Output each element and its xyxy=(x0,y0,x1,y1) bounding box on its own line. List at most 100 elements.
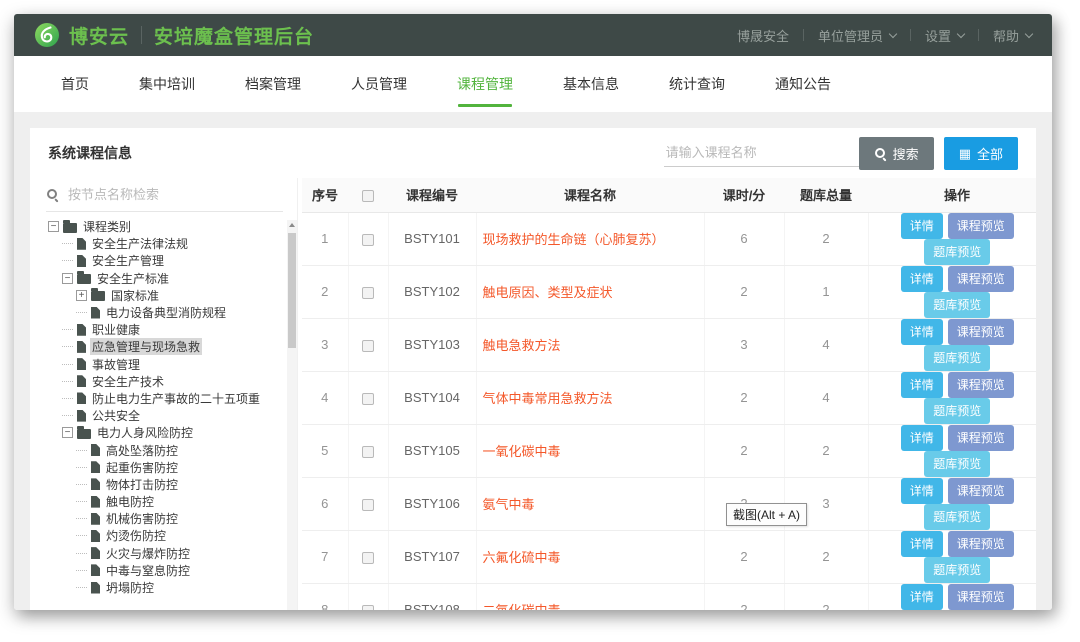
tree-node[interactable]: 公共安全 xyxy=(46,407,283,424)
brand-area: 博安云 安培魔盒管理后台 xyxy=(34,22,314,49)
search-icon xyxy=(874,147,887,160)
tree-node[interactable]: 电力设备典型消防规程 xyxy=(46,304,283,321)
tree-node[interactable]: 事故管理 xyxy=(46,356,283,373)
bank-preview-button[interactable]: 题库预览 xyxy=(924,398,990,424)
detail-button[interactable]: 详情 xyxy=(901,319,943,345)
tab-4[interactable]: 人员管理 xyxy=(326,56,432,112)
detail-button[interactable]: 详情 xyxy=(901,478,943,504)
tree-node[interactable]: 灼烫伤防控 xyxy=(46,527,283,544)
search-icon xyxy=(46,188,59,201)
bank-preview-button[interactable]: 题库预览 xyxy=(924,504,990,530)
tree-node[interactable]: −课程类别 xyxy=(46,218,283,235)
header-menu-2[interactable]: 设置 xyxy=(925,26,964,45)
tree-node[interactable]: 安全生产法律法规 xyxy=(46,235,283,252)
detail-button[interactable]: 详情 xyxy=(901,584,943,610)
tree-node[interactable]: + 国家标准 xyxy=(46,287,283,304)
row-checkbox[interactable] xyxy=(362,234,374,246)
bank-preview-button[interactable]: 题库预览 xyxy=(924,292,990,318)
all-button[interactable]: ▦ 全部 xyxy=(944,137,1018,170)
column-header-code: 课程编号 xyxy=(388,178,476,212)
bank-preview-button[interactable]: 题库预览 xyxy=(924,610,990,611)
tab-6[interactable]: 基本信息 xyxy=(538,56,644,112)
course-preview-button[interactable]: 课程预览 xyxy=(948,319,1014,345)
tree-connector xyxy=(62,329,73,330)
tab-2[interactable]: 集中培训 xyxy=(114,56,220,112)
tab-5[interactable]: 课程管理 xyxy=(432,56,538,112)
cell-hours: 2 xyxy=(704,530,784,583)
course-search-input[interactable] xyxy=(664,139,859,167)
search-button[interactable]: 搜索 xyxy=(859,137,934,170)
tree-node[interactable]: 物体打击防控 xyxy=(46,476,283,493)
collapse-icon[interactable]: − xyxy=(62,273,73,284)
cell-actions: 详情课程预览题库预览 xyxy=(868,265,1036,318)
course-preview-button[interactable]: 课程预览 xyxy=(948,372,1014,398)
course-preview-button[interactable]: 课程预览 xyxy=(948,478,1014,504)
collapse-icon[interactable]: − xyxy=(48,221,59,232)
tree-node[interactable]: 应急管理与现场急救 xyxy=(46,338,283,355)
bank-preview-button[interactable]: 题库预览 xyxy=(924,345,990,371)
tree-vertical-scrollbar[interactable] xyxy=(287,220,297,610)
tree-node-label: 事故管理 xyxy=(90,356,142,373)
tab-3[interactable]: 档案管理 xyxy=(220,56,326,112)
course-preview-button[interactable]: 课程预览 xyxy=(948,584,1014,610)
tree-node[interactable]: 安全生产技术 xyxy=(46,373,283,390)
tree-node[interactable]: 职业健康 xyxy=(46,321,283,338)
cell-no: 7 xyxy=(302,530,348,583)
table-pane: 序号 课程编号 课程名称 课时/分 题库总量 操作 1 xyxy=(298,178,1036,610)
select-all-checkbox[interactable] xyxy=(362,190,374,202)
row-checkbox[interactable] xyxy=(362,446,374,458)
cell-course-name: 气体中毒常用急救方法 xyxy=(476,371,704,424)
course-preview-button[interactable]: 课程预览 xyxy=(948,266,1014,292)
row-checkbox[interactable] xyxy=(362,499,374,511)
file-icon xyxy=(77,392,86,404)
tree-node[interactable]: 安全生产管理 xyxy=(46,252,283,269)
header-menu-3[interactable]: 帮助 xyxy=(993,26,1032,45)
row-checkbox[interactable] xyxy=(362,287,374,299)
detail-button[interactable]: 详情 xyxy=(901,425,943,451)
scrollbar-thumb[interactable] xyxy=(288,233,296,348)
detail-button[interactable]: 详情 xyxy=(901,213,943,239)
tab-1[interactable]: 首页 xyxy=(36,56,114,112)
cell-no: 2 xyxy=(302,265,348,318)
cell-question-count: 2 xyxy=(784,530,868,583)
collapse-icon[interactable]: − xyxy=(62,427,73,438)
row-checkbox[interactable] xyxy=(362,393,374,405)
detail-button[interactable]: 详情 xyxy=(901,372,943,398)
tree-node[interactable]: 火灾与爆炸防控 xyxy=(46,545,283,562)
header-menu-1[interactable]: 单位管理员 xyxy=(818,26,896,45)
expand-icon[interactable]: + xyxy=(76,290,87,301)
row-checkbox[interactable] xyxy=(362,340,374,352)
course-preview-button[interactable]: 课程预览 xyxy=(948,213,1014,239)
tree-node[interactable]: 中毒与窒息防控 xyxy=(46,562,283,579)
file-icon xyxy=(77,238,86,250)
detail-button[interactable]: 详情 xyxy=(901,266,943,292)
tree-node[interactable]: 防止电力生产事故的二十五项重 xyxy=(46,390,283,407)
tree-search-input[interactable] xyxy=(66,186,283,203)
tree-node-label: 国家标准 xyxy=(109,287,161,304)
scroll-up-arrow[interactable] xyxy=(289,223,295,227)
tree-node[interactable]: 高处坠落防控 xyxy=(46,441,283,458)
cell-no: 3 xyxy=(302,318,348,371)
bank-preview-button[interactable]: 题库预览 xyxy=(924,557,990,583)
screenshot-tooltip: 截图(Alt + A) xyxy=(726,503,807,526)
tab-7[interactable]: 统计查询 xyxy=(644,56,750,112)
bank-preview-button[interactable]: 题库预览 xyxy=(924,239,990,265)
tree-node[interactable]: −电力人身风险防控 xyxy=(46,424,283,441)
course-preview-button[interactable]: 课程预览 xyxy=(948,531,1014,557)
row-checkbox[interactable] xyxy=(362,552,374,564)
tree-node[interactable]: 起重伤害防控 xyxy=(46,459,283,476)
cell-actions: 详情课程预览题库预览 xyxy=(868,477,1036,530)
bank-preview-button[interactable]: 题库预览 xyxy=(924,451,990,477)
detail-button[interactable]: 详情 xyxy=(901,531,943,557)
tree-node[interactable]: 触电防控 xyxy=(46,493,283,510)
tab-8[interactable]: 通知公告 xyxy=(750,56,856,112)
tree-connector xyxy=(76,553,87,554)
tree-node[interactable]: 机械伤害防控 xyxy=(46,510,283,527)
tree-node[interactable]: −安全生产标准 xyxy=(46,270,283,287)
course-tree: −课程类别安全生产法律法规安全生产管理−安全生产标准 + 国家标准电力设备典型消防规… xyxy=(46,218,283,596)
row-checkbox[interactable] xyxy=(362,605,374,610)
file-icon xyxy=(91,461,100,473)
course-preview-button[interactable]: 课程预览 xyxy=(948,425,1014,451)
tree-node[interactable]: 坍塌防控 xyxy=(46,579,283,596)
cell-checkbox xyxy=(348,424,388,477)
